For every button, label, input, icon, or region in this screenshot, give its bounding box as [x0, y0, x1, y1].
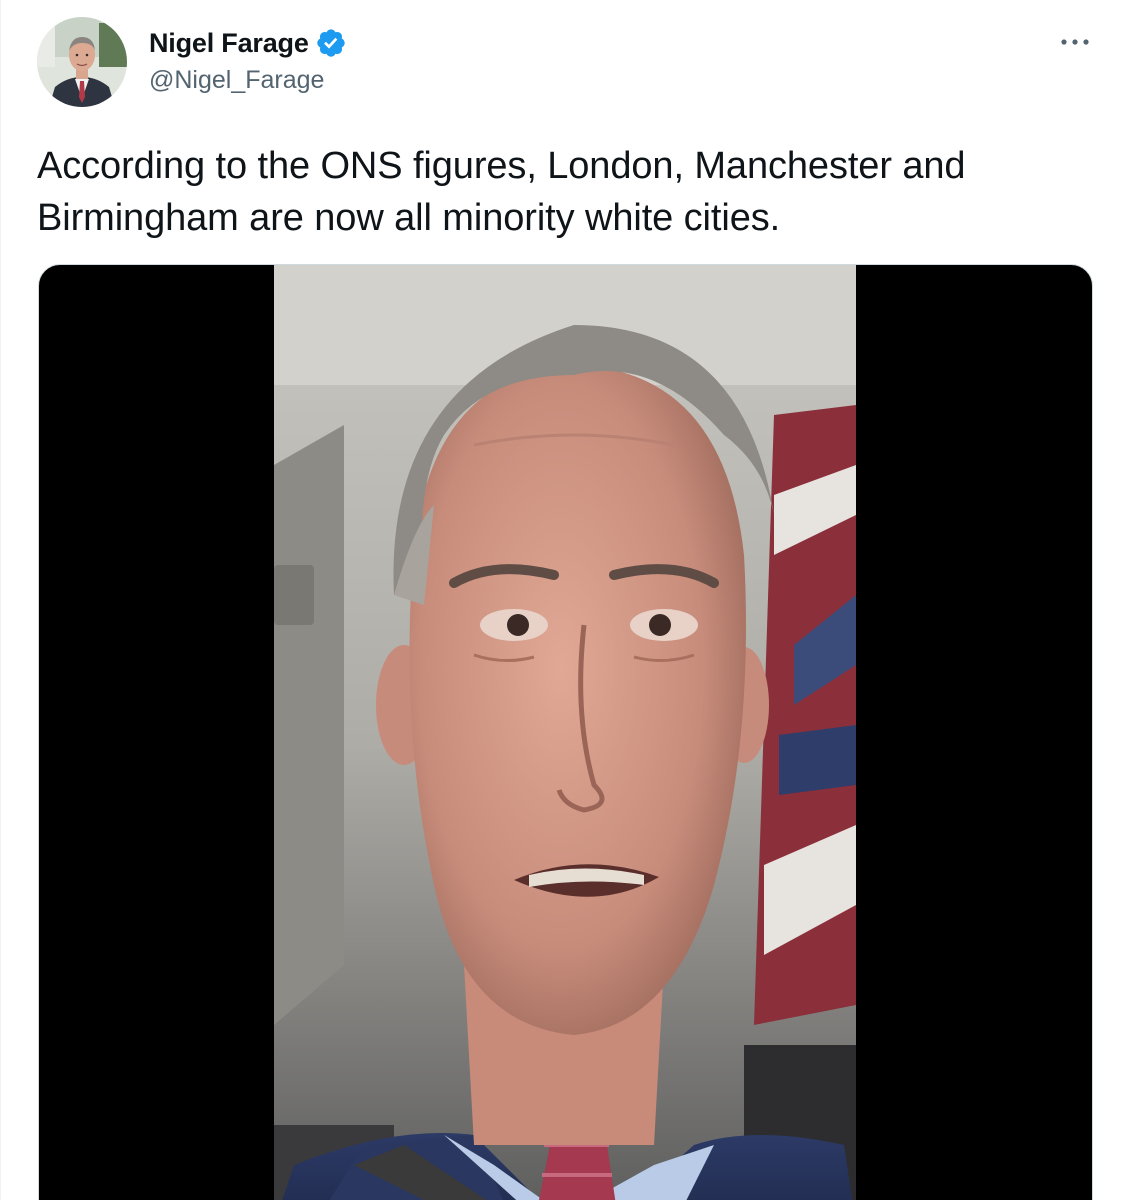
tweet-text: According to the ONS figures, London, Ma…	[37, 145, 966, 239]
avatar[interactable]	[37, 17, 127, 107]
video-thumbnail	[274, 265, 856, 1200]
verified-badge-icon	[315, 27, 347, 59]
author-display-name[interactable]: Nigel Farage	[149, 28, 309, 59]
tweet-card: Nigel Farage @Nigel_Farage According to …	[0, 0, 1123, 1200]
more-options-button[interactable]	[1055, 22, 1095, 62]
more-horizontal-icon	[1061, 39, 1089, 45]
author-handle[interactable]: @Nigel_Farage	[149, 66, 324, 95]
profile-photo	[37, 17, 127, 107]
man-in-car-selfie-video	[274, 265, 856, 1200]
author-name-row: Nigel Farage	[149, 26, 347, 60]
tweet-video[interactable]	[38, 264, 1093, 1200]
